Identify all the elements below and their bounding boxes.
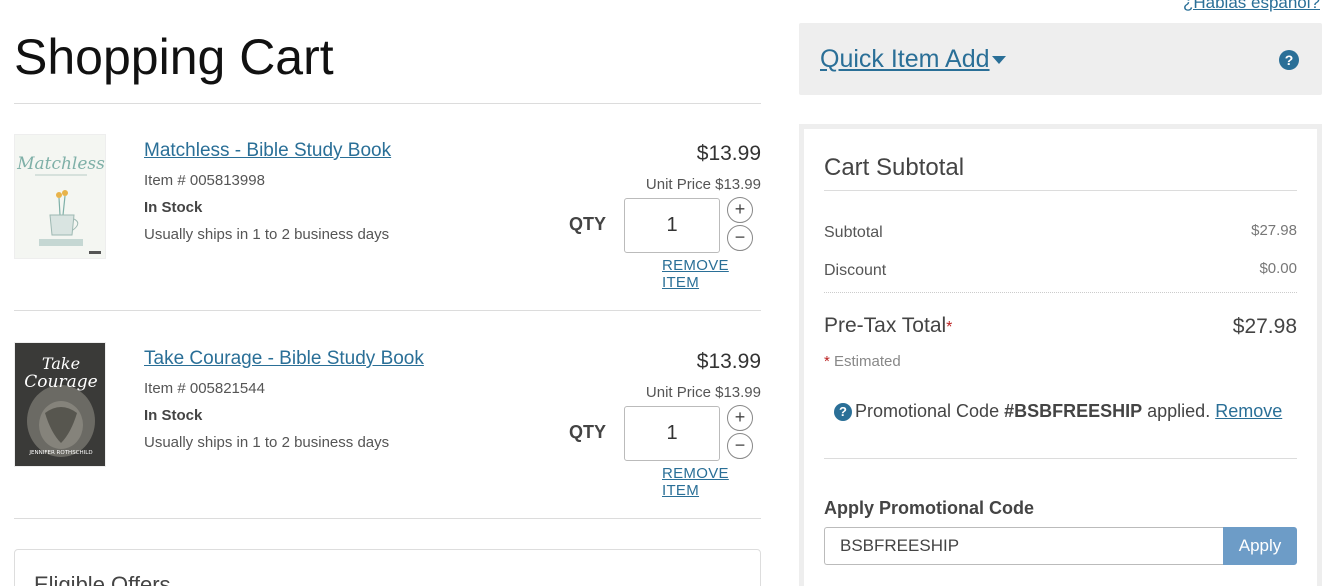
cart-item: Take Courage JENNIFER ROTHSCHILD Take Co… bbox=[14, 342, 761, 499]
quick-item-add-toggle[interactable]: Quick Item Add bbox=[820, 45, 990, 74]
discount-label: Discount bbox=[824, 262, 887, 279]
cover-title-matchless: Matchless bbox=[16, 154, 105, 174]
quantity-input[interactable] bbox=[624, 198, 720, 253]
increase-qty-button[interactable]: + bbox=[727, 405, 753, 431]
promo-code: #BSBFREESHIP bbox=[1004, 401, 1143, 421]
increase-qty-button[interactable]: + bbox=[727, 197, 753, 223]
decrease-qty-button[interactable]: − bbox=[727, 433, 753, 459]
stock-status: In Stock bbox=[144, 407, 203, 424]
product-image-matchless[interactable]: Matchless bbox=[14, 134, 106, 259]
eligible-offers-title: Eligible Offers bbox=[34, 572, 171, 586]
help-icon[interactable]: ? bbox=[1279, 50, 1299, 70]
discount-value: $0.00 bbox=[1259, 260, 1297, 277]
divider bbox=[14, 518, 761, 519]
qty-label: QTY bbox=[569, 214, 607, 234]
qty-label: QTY bbox=[569, 422, 607, 442]
item-number: Item # 005813998 bbox=[144, 172, 265, 189]
divider bbox=[14, 310, 761, 311]
remove-item-link[interactable]: REMOVE ITEM bbox=[662, 257, 761, 291]
language-link[interactable]: ¿Hablas español? bbox=[1183, 0, 1320, 13]
item-price: $13.99 bbox=[696, 350, 761, 373]
cover-title-courage: Courage bbox=[24, 372, 97, 392]
shipping-note: Usually ships in 1 to 2 business days bbox=[144, 434, 390, 451]
promo-code-input[interactable] bbox=[824, 527, 1224, 565]
caret-down-icon[interactable] bbox=[992, 56, 1006, 64]
item-price: $13.99 bbox=[696, 142, 761, 165]
stock-status: In Stock bbox=[144, 199, 203, 216]
unit-price: Unit Price $13.99 bbox=[645, 384, 761, 401]
summary-title: Cart Subtotal bbox=[824, 154, 965, 181]
unit-price: Unit Price $13.99 bbox=[645, 176, 761, 193]
pretax-total-label: Pre-Tax Total* bbox=[824, 314, 953, 337]
remove-item-link[interactable]: REMOVE ITEM bbox=[662, 465, 761, 499]
quantity-input[interactable] bbox=[624, 406, 720, 461]
divider bbox=[824, 292, 1297, 293]
product-link[interactable]: Take Courage - Bible Study Book bbox=[144, 348, 424, 370]
cover-title-take: Take bbox=[42, 354, 80, 373]
estimated-note: * Estimated bbox=[824, 353, 901, 370]
cart-summary-panel: Cart Subtotal Subtotal $27.98 Discount $… bbox=[799, 124, 1322, 586]
apply-promo-title: Apply Promotional Code bbox=[824, 498, 1035, 518]
subtotal-value: $27.98 bbox=[1251, 222, 1297, 239]
pretax-total-value: $27.98 bbox=[1232, 315, 1297, 338]
divider bbox=[824, 458, 1297, 459]
apply-promo-button[interactable]: Apply bbox=[1223, 527, 1297, 565]
divider bbox=[14, 103, 761, 104]
cover-author: JENNIFER ROTHSCHILD bbox=[28, 450, 92, 456]
cart-item: Matchless Matchless - Bible Study Book I… bbox=[14, 134, 761, 291]
remove-promo-link[interactable]: Remove bbox=[1215, 401, 1282, 421]
decrease-qty-button[interactable]: − bbox=[727, 225, 753, 251]
divider bbox=[824, 190, 1297, 191]
subtotal-label: Subtotal bbox=[824, 224, 883, 241]
quick-item-add-panel: Quick Item Add ? bbox=[799, 23, 1322, 95]
promo-help-icon[interactable]: ? bbox=[834, 403, 852, 421]
item-number: Item # 005821544 bbox=[144, 380, 265, 397]
page-title: Shopping Cart bbox=[14, 29, 334, 85]
promo-applied-message: ? Promotional Code #BSBFREESHIP applied. … bbox=[834, 401, 1282, 422]
shipping-note: Usually ships in 1 to 2 business days bbox=[144, 226, 390, 243]
product-image-take-courage[interactable]: Take Courage JENNIFER ROTHSCHILD bbox=[14, 342, 106, 467]
eligible-offers-panel: Eligible Offers bbox=[14, 549, 761, 586]
product-link[interactable]: Matchless - Bible Study Book bbox=[144, 140, 391, 162]
